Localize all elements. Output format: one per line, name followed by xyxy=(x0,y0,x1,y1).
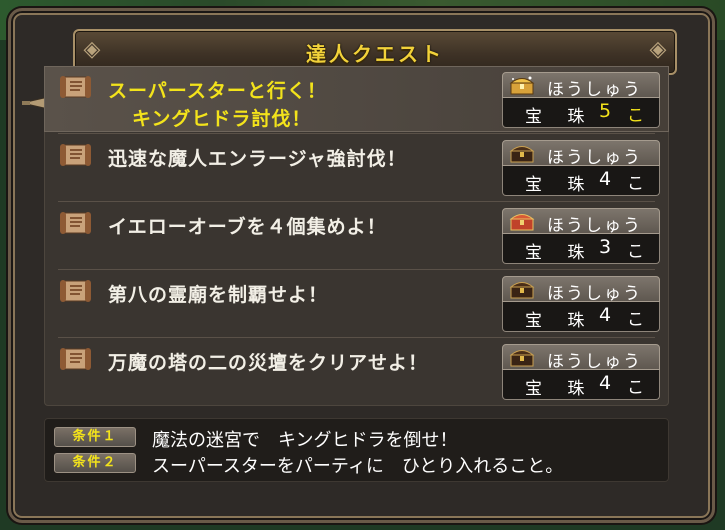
conditions-panel: 条件１ 魔法の迷宮で キングヒドラを倒せ！ 条件２ スーパースターをパーティに … xyxy=(44,418,669,482)
row-divider xyxy=(58,201,655,202)
gem-count: 4 xyxy=(599,168,612,190)
gem-count: 4 xyxy=(599,372,612,394)
reward-value: 宝 珠 4 こ xyxy=(502,370,660,400)
gem-unit: こ xyxy=(627,174,644,194)
reward-label: ほうしゅう xyxy=(547,284,642,304)
treasure-chest-icon xyxy=(509,214,535,231)
row-divider xyxy=(58,337,655,338)
quest-row[interactable]: 第八の霊廟を制覇せよ！ ほうしゅう 宝 珠 4 こ xyxy=(44,269,669,336)
ornament-left-icon: ◈ xyxy=(83,37,101,62)
reward-header: ほうしゅう xyxy=(502,344,660,372)
quest-row[interactable]: イエローオーブを４個集めよ！ ほうしゅう 宝 珠 3 こ xyxy=(44,201,669,268)
reward-box: ほうしゅう 宝 珠 4 こ xyxy=(502,276,660,332)
reward-header: ほうしゅう xyxy=(502,208,660,236)
gem-unit: こ xyxy=(627,378,644,398)
reward-header: ほうしゅう xyxy=(502,140,660,168)
quest-scroll-icon xyxy=(60,280,91,302)
quest-title: 第八の霊廟を制覇せよ！ xyxy=(108,284,329,306)
gem-count: 3 xyxy=(599,236,612,258)
quest-row[interactable]: スーパースターと行く！ キングヒドラ討伐！ ほうしゅう 宝 珠 5 こ xyxy=(44,66,669,132)
reward-box: ほうしゅう 宝 珠 3 こ xyxy=(502,208,660,264)
reward-label: ほうしゅう xyxy=(547,148,642,168)
reward-box: ほうしゅう 宝 珠 5 こ xyxy=(502,72,660,128)
window-title: 達人クエスト xyxy=(306,41,444,66)
gem-count: 4 xyxy=(599,304,612,326)
reward-header: ほうしゅう xyxy=(502,72,660,100)
treasure-chest-icon xyxy=(509,146,535,163)
gem-label: 宝 珠 xyxy=(525,107,595,127)
quest-title: 万魔の塔の二の災壇をクリアせよ！ xyxy=(108,352,429,374)
condition-badge: 条件１ xyxy=(54,427,136,447)
reward-value: 宝 珠 4 こ xyxy=(502,166,660,196)
gem-unit: こ xyxy=(627,242,644,262)
condition-badge: 条件２ xyxy=(54,453,136,473)
quest-scroll-icon xyxy=(60,76,91,98)
quest-title: イエローオーブを４個集めよ！ xyxy=(108,216,387,238)
treasure-chest-icon xyxy=(509,282,535,299)
reward-value: 宝 珠 5 こ xyxy=(502,98,660,128)
quest-scroll-icon xyxy=(60,144,91,166)
quest-title: 迅速な魔人エンラージャ強討伐！ xyxy=(108,148,407,170)
row-divider xyxy=(58,133,655,134)
reward-box: ほうしゅう 宝 珠 4 こ xyxy=(502,140,660,196)
gem-unit: こ xyxy=(627,310,644,330)
condition-text: 魔法の迷宮で キングヒドラを倒せ！ xyxy=(152,430,458,451)
quest-row[interactable]: 迅速な魔人エンラージャ強討伐！ ほうしゅう 宝 珠 4 こ xyxy=(44,133,669,200)
reward-header: ほうしゅう xyxy=(502,276,660,304)
reward-label: ほうしゅう xyxy=(547,352,642,372)
gem-count: 5 xyxy=(599,100,612,122)
gem-label: 宝 珠 xyxy=(525,379,595,399)
gem-label: 宝 珠 xyxy=(525,243,595,263)
reward-label: ほうしゅう xyxy=(547,80,642,100)
quest-scroll-icon xyxy=(60,212,91,234)
reward-box: ほうしゅう 宝 珠 4 こ xyxy=(502,344,660,400)
treasure-chest-icon xyxy=(509,350,535,367)
gem-label: 宝 珠 xyxy=(525,311,595,331)
gem-label: 宝 珠 xyxy=(525,175,595,195)
reward-value: 宝 珠 4 こ xyxy=(502,302,660,332)
condition-text: スーパースターをパーティに ひとり入れること。 xyxy=(152,456,564,477)
ornament-right-icon: ◈ xyxy=(649,37,667,62)
row-divider xyxy=(58,269,655,270)
quest-row[interactable]: 万魔の塔の二の災壇をクリアせよ！ ほうしゅう 宝 珠 4 こ xyxy=(44,337,669,404)
quest-scroll-icon xyxy=(60,348,91,370)
gem-unit: こ xyxy=(627,106,644,126)
quest-title: スーパースターと行く！ xyxy=(108,80,327,102)
reward-value: 宝 珠 3 こ xyxy=(502,234,660,264)
treasure-chest-icon xyxy=(509,76,535,95)
quest-list: スーパースターと行く！ キングヒドラ討伐！ ほうしゅう 宝 珠 5 こ 迅速な魔… xyxy=(44,66,669,406)
quest-title-line2: キングヒドラ討伐！ xyxy=(132,108,312,130)
reward-label: ほうしゅう xyxy=(547,216,642,236)
